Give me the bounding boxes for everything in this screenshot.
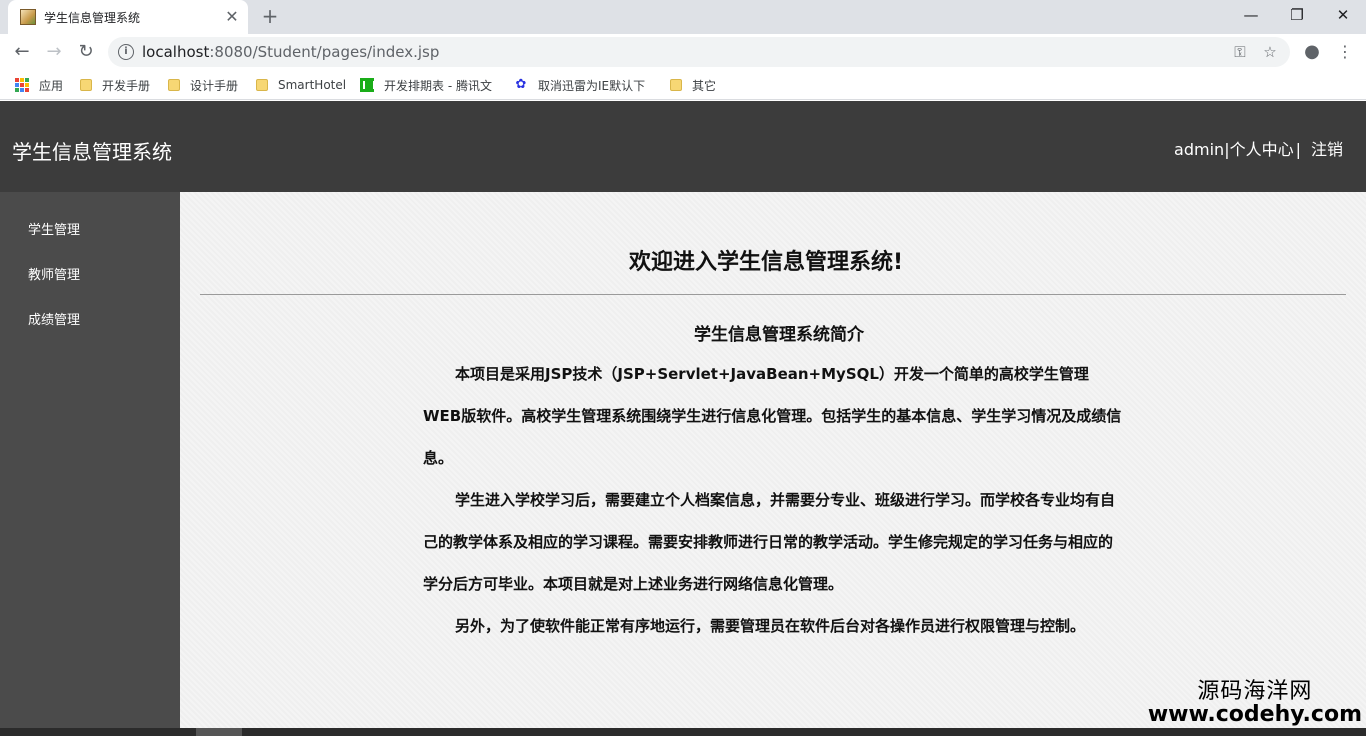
back-arrow-icon[interactable]: ← <box>8 38 36 66</box>
welcome-heading: 欢迎进入学生信息管理系统! <box>628 250 904 275</box>
menu-kebab-icon[interactable]: ⋮ <box>1334 41 1356 63</box>
window-close-button[interactable]: ✕ <box>1320 0 1366 30</box>
intro-paragraph: 另外，为了使软件能正常有序地运行，需要管理员在软件后台对各操作员进行权限管理与控… <box>455 617 1086 635</box>
reload-icon[interactable]: ↻ <box>72 38 100 66</box>
favicon-icon <box>20 9 36 25</box>
bookmark-smarthotel[interactable]: SmartHotel <box>256 77 346 93</box>
watermark-line2: www.codehy.com <box>1147 702 1362 728</box>
apps-grid-icon <box>15 78 29 92</box>
divider <box>200 294 1346 295</box>
folder-icon <box>256 79 268 91</box>
bookmark-dev-schedule[interactable]: 开发排期表 - 腾讯文 <box>360 77 492 93</box>
main-content: 欢迎进入学生信息管理系统! 学生信息管理系统简介 本项目是采用JSP技术（JSP… <box>180 192 1366 728</box>
account-icon[interactable]: ● <box>1301 41 1323 63</box>
key-icon[interactable]: ⚿ <box>1230 42 1250 62</box>
minimize-button[interactable]: — <box>1228 0 1274 30</box>
intro-paragraph: 学生进入学校学习后，需要建立个人档案信息，并需要分专业、班级进行学习。而学校各专… <box>423 491 1116 593</box>
folder-icon <box>80 79 92 91</box>
watermark-line1: 源码海洋网 <box>1197 679 1313 704</box>
logout-link[interactable]: 注销 <box>1311 140 1343 159</box>
intro-title: 学生信息管理系统简介 <box>694 325 864 345</box>
watermark: 源码海洋网 www.codehy.com <box>1148 680 1362 726</box>
sidebar-item-student[interactable]: 学生管理 <box>28 219 80 238</box>
browser-toolbar: ← → ↻ i localhost:8080/Student/pages/ind… <box>0 34 1366 70</box>
sidebar-item-teacher[interactable]: 教师管理 <box>28 264 80 283</box>
username: admin <box>1174 140 1225 159</box>
page-header: 学生信息管理系统 admin|个人中心 | 注销 <box>0 101 1366 192</box>
bookmark-thunder[interactable]: ✿ 取消迅雷为IE默认下 <box>514 77 646 93</box>
new-tab-button[interactable]: + <box>258 5 282 29</box>
tab-close-icon[interactable]: ✕ <box>222 7 242 27</box>
star-icon[interactable]: ☆ <box>1260 42 1280 62</box>
bookmark-other[interactable]: 其它 <box>670 77 716 93</box>
bookmarks-bar: 应用 开发手册 设计手册 SmartHotel 开发排期表 - 腾讯文 ✿ 取消… <box>0 70 1366 100</box>
tab-title: 学生信息管理系统 <box>44 11 141 25</box>
sidebar: 学生管理 教师管理 成绩管理 <box>0 192 180 736</box>
info-icon[interactable]: i <box>118 44 134 60</box>
url-text[interactable]: localhost:8080/Student/pages/index.jsp <box>142 43 439 61</box>
address-bar[interactable]: i localhost:8080/Student/pages/index.jsp… <box>108 37 1290 67</box>
folder-icon <box>168 79 180 91</box>
restore-button[interactable]: ❐ <box>1274 0 1320 30</box>
profile-link[interactable]: 个人中心 <box>1230 140 1294 159</box>
browser-tab[interactable]: 学生信息管理系统 ✕ <box>8 0 248 34</box>
site-title: 学生信息管理系统 <box>12 140 172 164</box>
browser-tabstrip: 学生信息管理系统 ✕ + — ❐ ✕ <box>0 0 1366 34</box>
baidu-paw-icon: ✿ <box>515 77 527 92</box>
sidebar-item-grades[interactable]: 成绩管理 <box>28 309 80 328</box>
separator: | <box>1295 140 1301 159</box>
bookmark-dev-manual[interactable]: 开发手册 <box>80 77 150 93</box>
user-area: admin|个人中心 | 注销 <box>1174 136 1343 160</box>
tencent-doc-icon <box>360 78 375 92</box>
intro-paragraph: 本项目是采用JSP技术（JSP+Servlet+JavaBean+MySQL）开… <box>423 365 1122 467</box>
taskbar-strip <box>0 728 1366 736</box>
bookmark-apps[interactable]: 应用 <box>15 77 63 93</box>
folder-icon <box>670 79 682 91</box>
bookmark-design-manual[interactable]: 设计手册 <box>168 77 238 93</box>
forward-arrow-icon[interactable]: → <box>40 38 68 66</box>
